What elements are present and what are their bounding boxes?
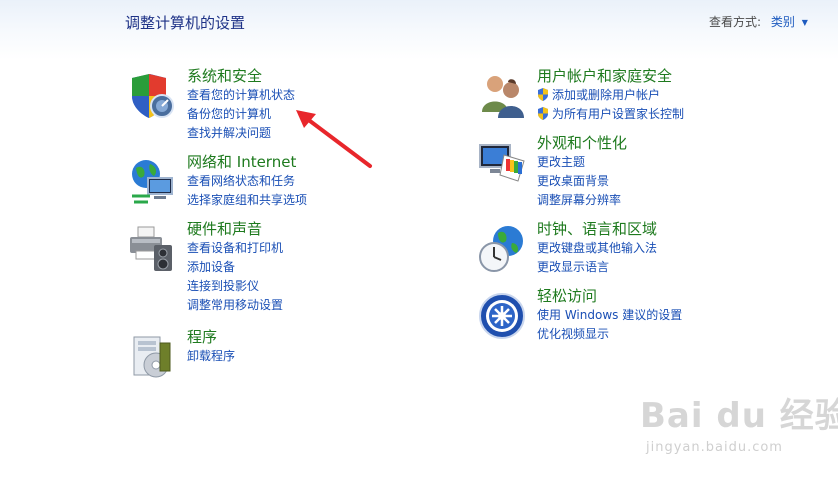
annotation-arrow [296, 110, 372, 168]
ease-of-access-icon[interactable] [478, 292, 526, 340]
task-link[interactable]: 为所有用户设置家长控制 [537, 105, 684, 124]
category-title[interactable]: 程序 [187, 327, 235, 347]
task-link[interactable]: 更改主题 [537, 153, 627, 172]
task-link[interactable]: 查找并解决问题 [187, 124, 295, 143]
page-title: 调整计算机的设置 [125, 14, 246, 32]
category-title[interactable]: 硬件和声音 [187, 219, 283, 239]
task-link[interactable]: 使用 Windows 建议的设置 [537, 306, 682, 325]
task-link[interactable]: 选择家庭组和共享选项 [187, 191, 307, 210]
view-by-control: 查看方式: 类别 ▼ [709, 13, 808, 30]
task-link[interactable]: 添加设备 [187, 258, 283, 277]
task-link[interactable]: 添加或删除用户帐户 [537, 86, 684, 105]
chevron-down-icon[interactable]: ▼ [802, 18, 808, 27]
category-title[interactable]: 外观和个性化 [537, 133, 627, 153]
clock-globe-icon[interactable] [478, 225, 526, 273]
category-title[interactable]: 系统和安全 [187, 66, 295, 86]
category-title[interactable]: 网络和 Internet [187, 152, 307, 172]
programs-icon[interactable] [128, 333, 176, 381]
category-title[interactable]: 用户帐户和家庭安全 [537, 66, 684, 86]
task-link[interactable]: 调整屏幕分辨率 [537, 191, 627, 210]
category-title[interactable]: 时钟、语言和区域 [537, 219, 657, 239]
task-label: 为所有用户设置家长控制 [552, 107, 685, 121]
task-link[interactable]: 连接到投影仪 [187, 277, 283, 296]
task-link[interactable]: 卸载程序 [187, 347, 235, 366]
network-globe-icon[interactable] [128, 158, 176, 206]
task-link[interactable]: 查看设备和打印机 [187, 239, 283, 258]
uac-shield-icon [538, 107, 548, 120]
task-link[interactable]: 更改键盘或其他输入法 [537, 239, 657, 258]
printer-speaker-icon[interactable] [128, 225, 176, 273]
uac-shield-icon [538, 88, 548, 101]
task-label: 添加或删除用户帐户 [552, 88, 661, 102]
watermark-url: jingyan.baidu.com [646, 440, 783, 455]
view-by-label: 查看方式: [709, 15, 762, 29]
shield-computer-icon[interactable] [128, 72, 176, 120]
task-link[interactable]: 更改显示语言 [537, 258, 657, 277]
monitor-palette-icon[interactable] [478, 139, 526, 187]
users-icon[interactable] [478, 72, 526, 120]
task-link[interactable]: 优化视频显示 [537, 325, 682, 344]
task-link[interactable]: 查看网络状态和任务 [187, 172, 307, 191]
task-link[interactable]: 查看您的计算机状态 [187, 86, 295, 105]
task-link[interactable]: 更改桌面背景 [537, 172, 627, 191]
task-link[interactable]: 备份您的计算机 [187, 105, 295, 124]
task-link[interactable]: 调整常用移动设置 [187, 296, 283, 315]
view-by-dropdown[interactable]: 类别 [771, 15, 795, 29]
category-title[interactable]: 轻松访问 [537, 286, 682, 306]
watermark-logo: Bai du 经验 [640, 396, 838, 436]
baidu-jingyan-watermark: Bai du 经验 jingyan.baidu.com [640, 388, 838, 468]
